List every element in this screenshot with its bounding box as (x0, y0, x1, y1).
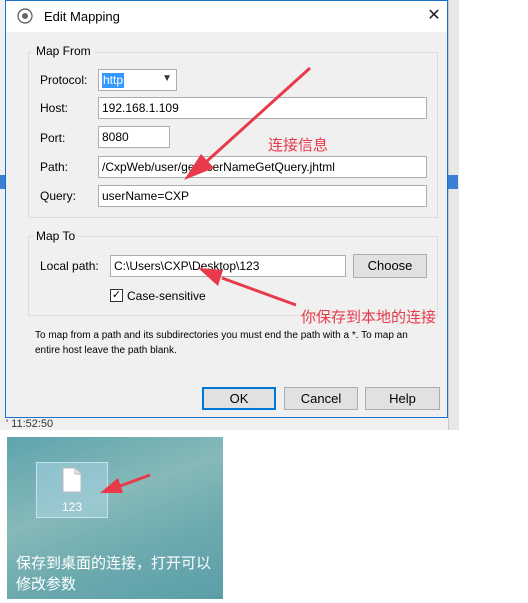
annotation-arrows (100, 66, 312, 493)
arrow-to-desktop-file (100, 473, 151, 493)
arrow-to-local-path (198, 268, 297, 307)
arrow-to-path (184, 66, 312, 180)
